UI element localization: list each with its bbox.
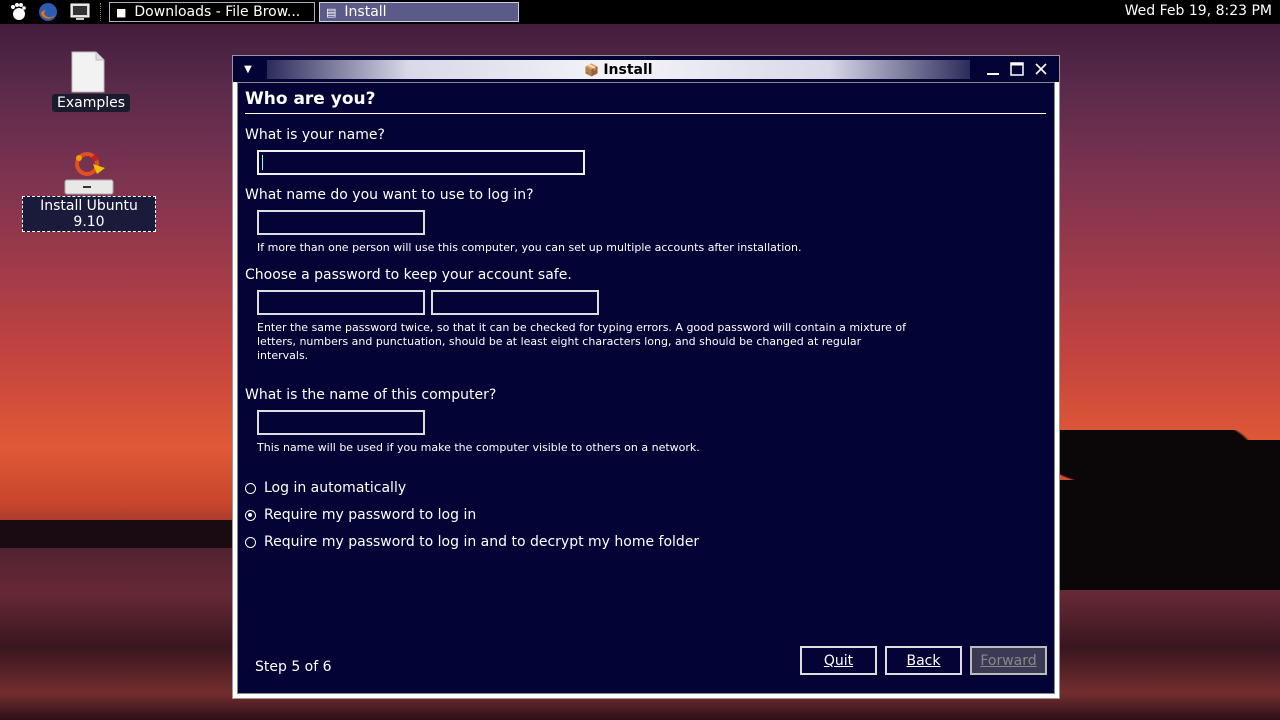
desktop-icon-label: Install Ubuntu 9.10 bbox=[22, 196, 156, 232]
installer-page: Who are you? What is your name? What nam… bbox=[237, 82, 1055, 694]
taskbar-item-label: Downloads - File Brow... bbox=[134, 4, 301, 20]
computer-name-input[interactable] bbox=[257, 410, 425, 435]
panel-separator bbox=[100, 3, 105, 21]
radio-label: Require my password to log in and to dec… bbox=[264, 534, 700, 550]
radio-require-password-encrypt[interactable]: Require my password to log in and to dec… bbox=[245, 534, 699, 550]
window-title[interactable]: 📦 Install bbox=[267, 60, 970, 79]
radio-label: Require my password to log in bbox=[264, 507, 477, 523]
password-input[interactable] bbox=[257, 290, 425, 315]
text-cursor bbox=[262, 155, 263, 170]
radio-label: Log in automatically bbox=[264, 480, 407, 496]
radio-login-automatically[interactable]: Log in automatically bbox=[245, 480, 406, 496]
name-question-label: What is your name? bbox=[245, 127, 385, 143]
page-title: Who are you? bbox=[245, 89, 376, 109]
radio-button-icon bbox=[245, 536, 256, 548]
taskbar-item-label: Install bbox=[344, 4, 387, 20]
taskbar-item-downloads[interactable]: ■ Downloads - File Brow... bbox=[109, 2, 315, 22]
username-input[interactable] bbox=[257, 210, 425, 235]
install-icon bbox=[22, 150, 156, 196]
quit-button[interactable]: Quit bbox=[800, 646, 877, 675]
wallpaper-trees bbox=[1055, 430, 1280, 590]
full-name-input[interactable] bbox=[257, 150, 585, 175]
radio-button-icon bbox=[245, 482, 256, 494]
clock[interactable]: Wed Feb 19, 8:23 PM bbox=[1125, 3, 1272, 19]
title-divider bbox=[245, 113, 1046, 114]
taskbar-item-install[interactable]: ▤ Install bbox=[319, 2, 519, 22]
login-hint: If more than one person will use this co… bbox=[257, 241, 802, 254]
forward-button[interactable]: Forward bbox=[970, 646, 1047, 675]
back-button[interactable]: Back bbox=[885, 646, 962, 675]
close-button[interactable] bbox=[1031, 60, 1051, 78]
desktop-icon-examples[interactable]: Examples bbox=[52, 50, 131, 112]
install-window: ▼ 📦 Install Who are you? What is your na… bbox=[232, 55, 1060, 699]
window-menu-button[interactable]: ▼ bbox=[233, 59, 263, 79]
maximize-button[interactable] bbox=[1007, 60, 1027, 78]
document-icon bbox=[52, 50, 124, 94]
password-confirm-input[interactable] bbox=[431, 290, 599, 315]
terminal-icon[interactable] bbox=[66, 1, 94, 23]
password-question-label: Choose a password to keep your account s… bbox=[245, 267, 572, 283]
installer-icon: 📦 bbox=[584, 62, 600, 77]
step-indicator: Step 5 of 6 bbox=[255, 659, 332, 675]
installer-icon: ▤ bbox=[326, 5, 337, 19]
window-titlebar[interactable]: ▼ 📦 Install bbox=[233, 56, 1059, 82]
gnome-foot-icon[interactable] bbox=[6, 1, 30, 23]
top-panel: ■ Downloads - File Brow... ▤ Install Wed… bbox=[0, 0, 1280, 24]
password-hint: Enter the same password twice, so that i… bbox=[257, 321, 907, 362]
folder-icon: ■ bbox=[116, 5, 127, 19]
wallpaper-shore bbox=[0, 520, 240, 548]
computer-hint: This name will be used if you make the c… bbox=[257, 441, 700, 454]
radio-button-selected-icon bbox=[245, 509, 256, 521]
window-title-label: Install bbox=[603, 61, 653, 78]
minimize-button[interactable] bbox=[983, 60, 1003, 78]
desktop-icon-install-ubuntu[interactable]: Install Ubuntu 9.10 bbox=[22, 150, 156, 232]
computer-question-label: What is the name of this computer? bbox=[245, 387, 497, 403]
login-question-label: What name do you want to use to log in? bbox=[245, 187, 534, 203]
desktop-icon-label: Examples bbox=[52, 94, 131, 112]
firefox-icon[interactable] bbox=[34, 1, 62, 23]
radio-require-password[interactable]: Require my password to log in bbox=[245, 507, 476, 523]
